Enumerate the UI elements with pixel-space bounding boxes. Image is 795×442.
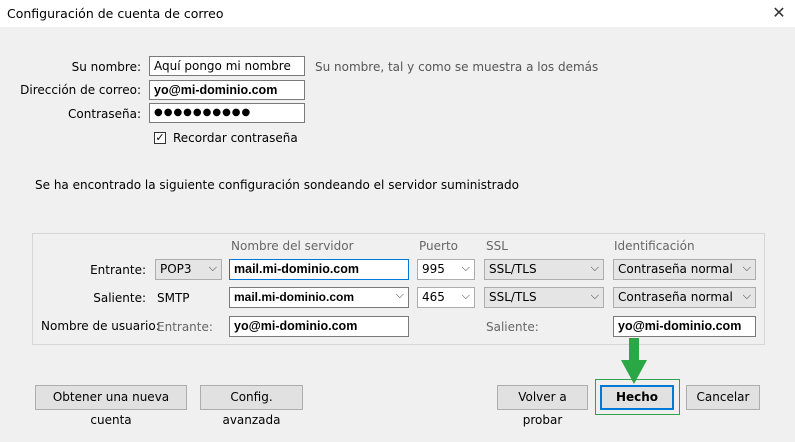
name-field[interactable]: Aquí pongo mi nombre <box>149 56 305 76</box>
username-outgoing-label: Saliente: <box>486 320 539 334</box>
outgoing-server-value: mail.mi-dominio.com <box>234 290 355 304</box>
chevron-down-icon: ⌵ <box>395 289 404 301</box>
incoming-port-value: 995 <box>422 262 445 276</box>
done-button[interactable]: Hecho <box>600 385 674 410</box>
incoming-server-field[interactable]: mail.mi-dominio.com <box>229 259 409 280</box>
cancel-button[interactable]: Cancelar <box>686 385 760 410</box>
incoming-auth-select[interactable]: Contraseña normal ⌵ <box>613 259 756 280</box>
incoming-protocol-value: POP3 <box>160 262 192 276</box>
chevron-down-icon: ⌵ <box>208 261 217 274</box>
outgoing-server-combo[interactable]: mail.mi-dominio.com ⌵ <box>229 287 409 308</box>
incoming-ssl-select[interactable]: SSL/TLS ⌵ <box>484 259 604 280</box>
chevron-down-icon: ⌵ <box>461 289 470 302</box>
close-icon[interactable]: ✕ <box>769 3 789 23</box>
outgoing-port-select[interactable]: 465 ⌵ <box>417 287 475 308</box>
outgoing-ssl-select[interactable]: SSL/TLS ⌵ <box>484 287 604 308</box>
chevron-down-icon: ⌵ <box>461 261 470 274</box>
chevron-down-icon: ⌵ <box>742 289 751 302</box>
remember-checkbox[interactable]: ✓ <box>154 132 166 144</box>
outgoing-label: Saliente: <box>93 291 146 305</box>
retry-button[interactable]: Volver a probar <box>497 385 588 427</box>
username-incoming-field[interactable]: yo@mi-dominio.com <box>229 316 409 337</box>
checkmark-icon: ✓ <box>155 131 165 144</box>
outgoing-auth-select[interactable]: Contraseña normal ⌵ <box>613 287 756 308</box>
email-label: Dirección de correo: <box>20 83 141 97</box>
new-account-button[interactable]: Obtener una nueva cuenta <box>35 385 187 427</box>
outgoing-auth-value: Contraseña normal <box>618 290 733 304</box>
remember-label: Recordar contraseña <box>173 131 298 145</box>
chevron-down-icon: ⌵ <box>590 289 599 302</box>
outgoing-port-value: 465 <box>422 290 445 304</box>
password-field[interactable]: ●●●●●●●●●● <box>149 103 305 123</box>
window-title: Configuración de cuenta de correo <box>7 6 224 21</box>
col-header-ssl: SSL <box>486 239 508 253</box>
incoming-auth-value: Contraseña normal <box>618 262 733 276</box>
email-field[interactable]: yo@mi-dominio.com <box>149 80 305 100</box>
col-header-auth: Identificación <box>614 239 695 253</box>
name-hint: Su nombre, tal y como se muestra a los d… <box>315 60 599 74</box>
col-header-server: Nombre del servidor <box>231 239 354 253</box>
status-message: Se ha encontrado la siguiente configurac… <box>35 178 519 192</box>
chevron-down-icon: ⌵ <box>590 261 599 274</box>
incoming-port-select[interactable]: 995 ⌵ <box>417 259 475 280</box>
outgoing-ssl-value: SSL/TLS <box>489 290 537 304</box>
username-outgoing-field[interactable]: yo@mi-dominio.com <box>613 316 756 337</box>
username-incoming-label: Entrante: <box>157 320 213 334</box>
chevron-down-icon: ⌵ <box>742 261 751 274</box>
incoming-label: Entrante: <box>90 263 146 277</box>
col-header-port: Puerto <box>419 239 458 253</box>
incoming-protocol-select[interactable]: POP3 ⌵ <box>155 259 222 280</box>
incoming-ssl-value: SSL/TLS <box>489 262 537 276</box>
name-label: Su nombre: <box>71 60 141 74</box>
username-label: Nombre de usuario: <box>41 319 160 333</box>
advanced-config-button[interactable]: Config. avanzada <box>200 385 303 427</box>
outgoing-protocol: SMTP <box>157 291 190 305</box>
password-label: Contraseña: <box>68 107 141 121</box>
